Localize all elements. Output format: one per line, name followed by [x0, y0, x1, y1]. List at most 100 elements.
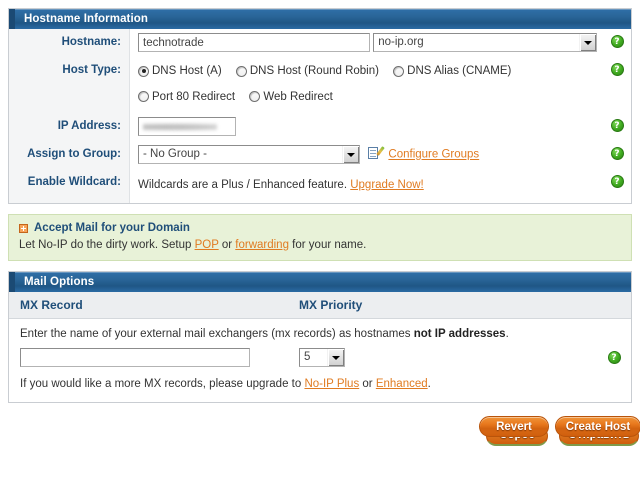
ip-address-field-area: [129, 113, 603, 141]
mail-options-panel: Mail Options MX Record MX Priority Enter…: [8, 271, 632, 403]
mx-upgrade-note: If you would like a more MX records, ple…: [20, 378, 631, 390]
mail-options-column-headers: MX Record MX Priority: [9, 292, 631, 319]
row-hostname: Hostname: no-ip.org ?: [9, 29, 631, 57]
hostname-input[interactable]: [138, 33, 370, 53]
assign-group-label: Assign to Group:: [27, 148, 121, 160]
page-root: Hostname Information Hostname: no-ip.org…: [0, 0, 640, 503]
mx-note: Enter the name of your external mail exc…: [20, 328, 631, 340]
no-ip-plus-link[interactable]: No-IP Plus: [304, 378, 359, 390]
enable-wildcard-text-wrap: Wildcards are a Plus / Enhanced feature.…: [138, 173, 603, 191]
domain-select-button[interactable]: [579, 34, 597, 51]
assign-group-select-value: - No Group -: [143, 148, 207, 160]
radio-option-web-redirect[interactable]: Web Redirect: [249, 90, 333, 103]
host-type-options-row-2: Port 80 Redirect Web Redirect: [138, 80, 603, 106]
hostname-form-body: Hostname: no-ip.org ? Host Type:: [9, 29, 631, 203]
accept-mail-title: Accept Mail for your Domain: [34, 222, 190, 234]
radio-option-port-80-redirect[interactable]: Port 80 Redirect: [138, 91, 235, 103]
accept-mail-sub-prefix: Let No-IP do the dirty work. Setup: [19, 239, 195, 251]
accept-mail-panel: Accept Mail for your Domain Let No-IP do…: [8, 214, 632, 261]
mx-priority-select-value: 5: [304, 351, 311, 363]
upgrade-now-link[interactable]: Upgrade Now!: [350, 179, 424, 191]
radio-label-dns-host-round-robin: DNS Host (Round Robin): [249, 65, 379, 77]
accept-mail-title-row: Accept Mail for your Domain: [19, 222, 621, 234]
mx-input-row: 5 ?: [20, 348, 631, 367]
radio-label-dns-host-a: DNS Host (A): [152, 65, 222, 77]
help-icon-hostname[interactable]: ?: [610, 35, 624, 48]
hostname-panel-header: Hostname Information: [9, 9, 631, 29]
radio-icon-dns-host-a[interactable]: [138, 65, 149, 77]
mx-note-suffix: .: [505, 328, 509, 340]
assign-group-select-button[interactable]: [342, 146, 359, 163]
radio-label-web-redirect: Web Redirect: [263, 90, 333, 103]
radio-option-dns-host-a[interactable]: DNS Host (A): [138, 65, 222, 77]
create-host-button[interactable]: Create Host: [555, 416, 640, 437]
ip-address-help-column: ?: [603, 113, 631, 132]
mx-record-input[interactable]: [20, 348, 250, 367]
enable-wildcard-help-column: ?: [603, 169, 631, 188]
accept-mail-sub-mid: or: [218, 239, 236, 251]
hostname-field-area: no-ip.org: [129, 29, 603, 57]
domain-select-value: no-ip.org: [378, 36, 424, 48]
mx-upgrade-mid: or: [359, 378, 376, 390]
radio-icon-dns-host-round-robin[interactable]: [235, 65, 247, 77]
host-type-help-column: ?: [603, 57, 631, 76]
mx-upgrade-prefix: If you would like a more MX records, ple…: [20, 378, 305, 390]
host-type-options-row-1: DNS Host (A) DNS Host (Round Robin) DNS …: [138, 61, 603, 80]
assign-group-select[interactable]: - No Group -: [138, 145, 360, 164]
host-type-field-area: DNS Host (A) DNS Host (Round Robin) DNS …: [129, 57, 603, 105]
column-header-mx-record: MX Record: [20, 298, 83, 312]
help-icon-mx[interactable]: ?: [607, 351, 621, 364]
accept-mail-subtext: Let No-IP do the dirty work. Setup POP o…: [19, 239, 621, 251]
enhanced-link[interactable]: Enhanced: [376, 378, 428, 390]
radio-label-port-80-redirect: Port 80 Redirect: [152, 90, 236, 103]
assign-group-help-column: ?: [603, 141, 631, 160]
help-icon-host-type[interactable]: ?: [610, 63, 624, 76]
radio-icon-dns-alias-cname[interactable]: [393, 65, 405, 77]
ip-address-redaction: [143, 122, 217, 132]
form-action-bar: Сброс Отправить Revert Create Host: [8, 412, 640, 446]
help-icon-assign-group[interactable]: ?: [610, 147, 624, 160]
ip-address-input[interactable]: [138, 117, 236, 136]
assign-group-field-area: - No Group - Configure Groups: [129, 141, 603, 169]
radio-icon-web-redirect[interactable]: [249, 91, 261, 102]
ip-address-label: IP Address:: [57, 120, 121, 132]
radio-option-dns-alias-cname[interactable]: DNS Alias (CNAME): [393, 65, 511, 77]
domain-select[interactable]: no-ip.org: [373, 33, 598, 52]
accept-mail-sub-suffix: for your name.: [288, 239, 367, 251]
enable-wildcard-label: Enable Wildcard:: [27, 176, 121, 188]
mx-priority-select[interactable]: 5: [299, 348, 345, 367]
mx-upgrade-suffix: .: [427, 378, 431, 390]
hostname-label: Hostname:: [61, 36, 121, 48]
row-ip-address: IP Address: ?: [9, 113, 631, 141]
mail-options-body: Enter the name of your external mail exc…: [9, 319, 631, 402]
mx-note-prefix: Enter the name of your external mail exc…: [20, 328, 414, 340]
chevron-down-icon: [584, 40, 593, 45]
expand-plus-icon[interactable]: [19, 223, 28, 233]
help-icon-enable-wildcard[interactable]: ?: [610, 175, 624, 188]
mail-options-panel-header: Mail Options: [9, 272, 631, 292]
mx-note-bold: not IP addresses: [413, 328, 506, 340]
configure-groups-link[interactable]: Configure Groups: [388, 149, 479, 161]
revert-button[interactable]: Revert: [479, 416, 549, 437]
edit-document-icon[interactable]: [368, 145, 385, 160]
hostname-help-column: ?: [603, 29, 631, 48]
radio-label-dns-alias-cname: DNS Alias (CNAME): [407, 65, 512, 77]
mx-help-column: ?: [597, 351, 631, 364]
chevron-down-icon: [347, 152, 355, 157]
help-icon-ip-address[interactable]: ?: [610, 119, 624, 132]
mx-record-slot: [20, 348, 299, 367]
row-host-type: Host Type: DNS Host (A) DNS Host (Round …: [9, 57, 631, 105]
mx-priority-select-button[interactable]: [327, 349, 344, 366]
forwarding-link[interactable]: forwarding: [235, 239, 289, 251]
mx-priority-slot: 5: [299, 348, 597, 367]
hostname-panel-title: Hostname Information: [24, 13, 149, 25]
radio-option-dns-host-round-robin[interactable]: DNS Host (Round Robin): [235, 65, 379, 77]
column-header-mx-priority: MX Priority: [299, 298, 363, 312]
pop-link[interactable]: POP: [195, 239, 219, 251]
enable-wildcard-text: Wildcards are a Plus / Enhanced feature.: [138, 179, 348, 191]
radio-icon-port-80-redirect[interactable]: [138, 91, 149, 102]
hostname-information-panel: Hostname Information Hostname: no-ip.org…: [8, 8, 632, 204]
mail-options-title: Mail Options: [24, 276, 95, 288]
row-assign-group: Assign to Group: - No Group - Configure …: [9, 141, 631, 169]
row-enable-wildcard: Enable Wildcard: Wildcards are a Plus / …: [9, 169, 631, 203]
